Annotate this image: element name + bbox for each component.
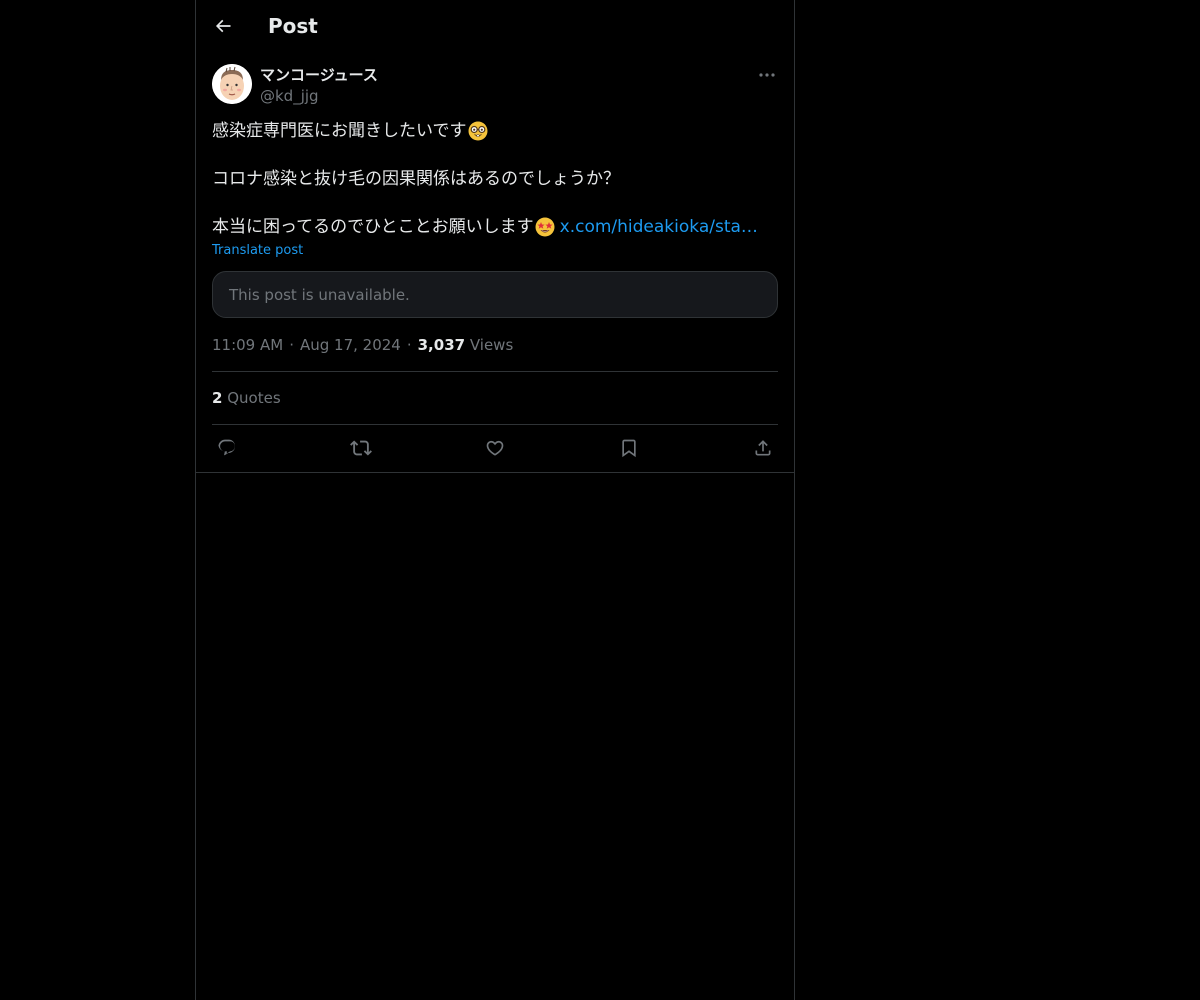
repost-icon — [350, 437, 372, 459]
divider — [196, 472, 794, 473]
post-column: Post マンコージュース @kd_jjg 感染症専門医にお聞きしたいです コロ… — [195, 0, 795, 1000]
share-icon — [753, 438, 773, 458]
unavailable-quote-card: This post is unavailable. — [212, 271, 778, 318]
more-dots-icon — [759, 73, 775, 77]
meta-separator: · — [406, 336, 412, 354]
reply-icon — [217, 438, 237, 458]
post-line: 本当に困ってるのでひとことお願いします x.com/hideakioka/sta… — [212, 215, 778, 239]
translate-post-link[interactable]: Translate post — [212, 243, 303, 259]
repost-button[interactable] — [349, 436, 373, 460]
divider — [212, 371, 778, 372]
bookmark-icon — [619, 438, 639, 458]
post-text-line: 感染症専門医にお聞きしたいです — [212, 121, 467, 141]
header: Post — [196, 0, 794, 53]
post-date[interactable]: Aug 17, 2024 — [300, 336, 401, 354]
avatar[interactable] — [212, 64, 252, 104]
action-bar — [212, 424, 778, 472]
reply-button[interactable] — [215, 436, 239, 460]
post-text-line: コロナ感染と抜け毛の因果関係はあるのでしょうか？ — [212, 169, 620, 189]
share-button[interactable] — [751, 436, 775, 460]
post-text: 感染症専門医にお聞きしたいです コロナ感染と抜け毛の因果関係はあるのでしょうか？… — [212, 119, 778, 239]
bookmark-button[interactable] — [617, 436, 641, 460]
post-time[interactable]: 11:09 AM — [212, 336, 283, 354]
like-button[interactable] — [483, 436, 507, 460]
author-name[interactable]: マンコージュース — [260, 65, 378, 85]
star-struck-icon — [535, 217, 555, 237]
quotes-link[interactable]: 2 Quotes — [212, 388, 281, 408]
post-meta: 11:09 AM · Aug 17, 2024 · 3,037 Views — [212, 335, 513, 355]
post-line: コロナ感染と抜け毛の因果関係はあるのでしょうか？ — [212, 167, 778, 191]
post-link[interactable]: x.com/hideakioka/sta… — [560, 215, 758, 239]
nerd-face-icon — [468, 121, 488, 141]
author-handle[interactable]: @kd_jjg — [260, 86, 319, 106]
back-button[interactable] — [206, 9, 240, 43]
views-count: 3,037 — [417, 336, 466, 354]
quotes-label: Quotes — [227, 389, 281, 407]
like-icon — [485, 438, 505, 458]
post-text-line: 本当に困ってるのでひとことお願いします — [212, 217, 534, 237]
post-line: 感染症専門医にお聞きしたいです — [212, 119, 778, 143]
views-label: Views — [469, 336, 514, 354]
unavailable-text: This post is unavailable. — [229, 286, 410, 304]
more-button[interactable] — [756, 64, 778, 86]
back-arrow-icon — [213, 16, 233, 36]
page-title: Post — [268, 14, 318, 38]
quotes-count: 2 — [212, 389, 223, 407]
meta-separator: · — [289, 336, 294, 354]
